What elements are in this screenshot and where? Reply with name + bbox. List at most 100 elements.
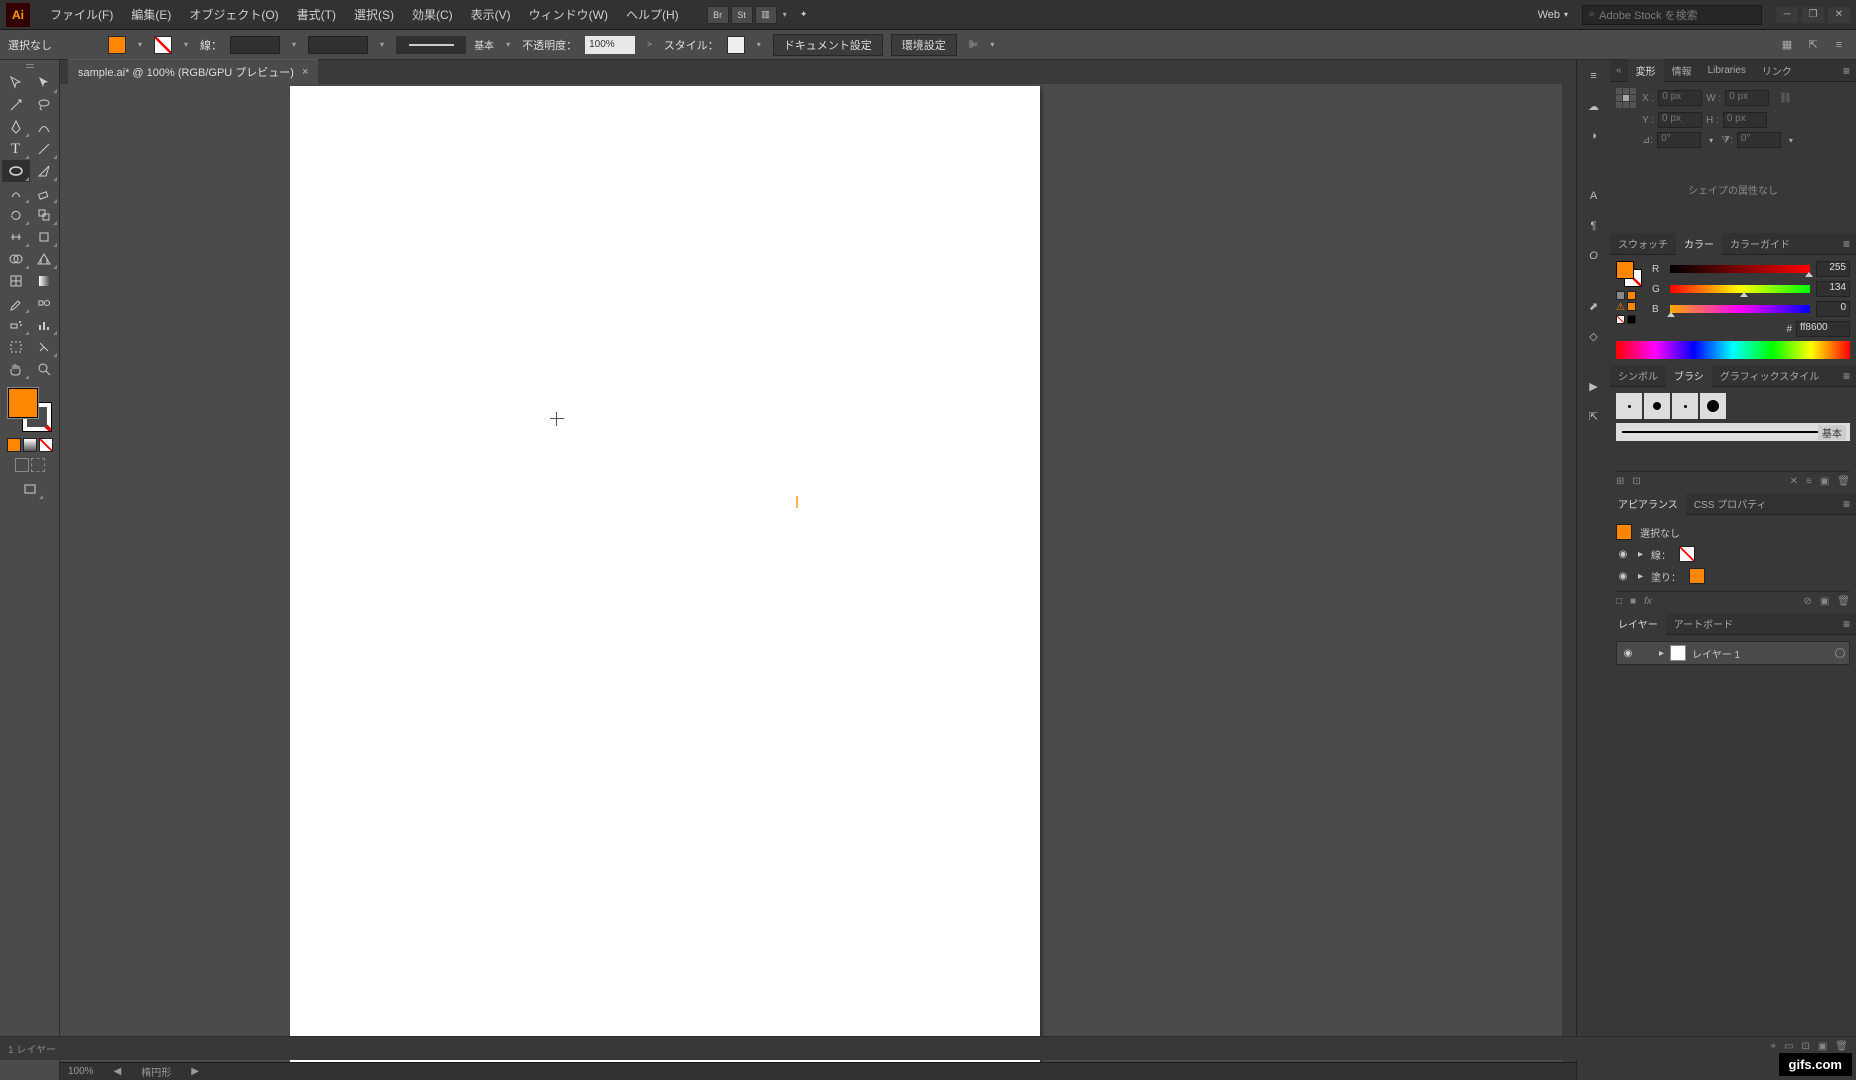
hex-input[interactable]: ff8600 (1796, 321, 1850, 337)
none-mode-icon[interactable] (39, 438, 53, 452)
menu-file[interactable]: ファイル(F) (42, 2, 121, 27)
tab-links[interactable]: リンク (1754, 59, 1800, 82)
b-slider[interactable] (1670, 305, 1810, 313)
stroke-weight-input[interactable] (230, 36, 280, 54)
menu-edit[interactable]: 編集(E) (123, 2, 179, 27)
dock-paragraph-icon[interactable]: ¶ (1584, 216, 1604, 236)
locate-layer-icon[interactable]: ⌖ (1770, 1041, 1776, 1056)
color-mode-icon[interactable] (7, 438, 21, 452)
brush-remove-icon[interactable]: ✕ (1790, 476, 1798, 487)
artboard-tool[interactable] (2, 336, 30, 358)
dock-color-icon[interactable]: ◑ (1584, 126, 1604, 146)
layer-target-icon[interactable] (1835, 648, 1845, 658)
w-input[interactable]: 0 px (1725, 90, 1769, 106)
rotate-tool[interactable] (2, 204, 30, 226)
perspective-grid-tool[interactable] (30, 248, 58, 270)
delete-brush-icon[interactable]: 🗑 (1837, 476, 1850, 487)
document-setup-button[interactable]: ドキュメント設定 (773, 34, 883, 56)
menu-select[interactable]: 選択(S) (346, 2, 402, 27)
dock-transform-icon[interactable]: ⬈ (1584, 296, 1604, 316)
pen-tool[interactable] (2, 116, 30, 138)
brush-lib2-icon[interactable]: ⊡ (1632, 476, 1640, 487)
constrain-icon[interactable]: ⛓ (1779, 93, 1792, 104)
none-swatch[interactable] (1616, 315, 1625, 324)
h-input[interactable]: 0 px (1723, 112, 1767, 128)
gamut-swatch[interactable] (1627, 302, 1636, 311)
document-tab[interactable]: sample.ai* @ 100% (RGB/GPU プレビュー) × (68, 59, 318, 84)
add-effect-icon[interactable]: fx (1644, 596, 1652, 607)
workspace-switcher[interactable]: Web▾ (1530, 7, 1576, 23)
color-panel-menu[interactable]: ≡ (1843, 237, 1856, 251)
vertical-scrollbar[interactable] (1562, 84, 1576, 1080)
layer-name[interactable]: レイヤー 1 (1692, 646, 1740, 661)
opacity-input[interactable]: 100% (585, 36, 635, 54)
selection-tool[interactable] (2, 72, 30, 94)
brush-item[interactable] (1644, 393, 1670, 419)
nav-prev-icon[interactable]: ◀ (114, 1066, 122, 1077)
menu-type[interactable]: 書式(T) (289, 2, 344, 27)
b-value[interactable]: 0 (1816, 301, 1850, 317)
align-icon[interactable]: ⊫ (969, 38, 979, 51)
rotate-input[interactable]: 0° (1657, 132, 1701, 148)
column-graph-tool[interactable] (30, 314, 58, 336)
nav-next-icon[interactable]: ▶ (191, 1066, 199, 1077)
minimize-button[interactable]: ─ (1776, 7, 1798, 23)
zoom-tool[interactable] (30, 358, 58, 380)
tab-css[interactable]: CSS プロパティ (1686, 492, 1775, 515)
r-slider[interactable] (1670, 265, 1810, 273)
brushes-panel-menu[interactable]: ≡ (1843, 369, 1856, 383)
global-icon[interactable] (1627, 291, 1636, 300)
tab-symbols[interactable]: シンボル (1610, 364, 1666, 387)
style-swatch[interactable] (727, 36, 745, 54)
layer-expand-icon[interactable]: ▸ (1659, 648, 1664, 659)
stock-button[interactable]: St (731, 6, 753, 24)
eraser-tool[interactable] (30, 182, 58, 204)
dock-export-icon[interactable]: ⇱ (1584, 406, 1604, 426)
dock-expand-icon[interactable]: ▶ (1584, 376, 1604, 396)
brush-options-icon[interactable]: ≡ (1806, 476, 1812, 487)
tab-swatches[interactable]: スウォッチ (1610, 232, 1676, 255)
color-spectrum[interactable] (1616, 341, 1850, 359)
opacity-dropdown[interactable]: > (643, 40, 656, 49)
dup-item-icon[interactable]: ▣ (1820, 596, 1829, 607)
stroke-swatch[interactable] (154, 36, 172, 54)
stroke-weight-dropdown[interactable]: ▾ (288, 40, 300, 49)
grid-icon[interactable]: ▦ (1778, 36, 1796, 54)
visibility-icon[interactable]: ◉ (1616, 549, 1630, 560)
var-width-dropdown[interactable]: ▾ (376, 40, 388, 49)
arrange-dropdown[interactable]: ▾ (779, 10, 791, 19)
symbol-sprayer-tool[interactable] (2, 314, 30, 336)
gradient-tool[interactable] (30, 270, 58, 292)
appearance-fill-swatch[interactable] (1689, 568, 1705, 584)
new-fill-icon[interactable]: ■ (1630, 596, 1636, 607)
x-input[interactable]: 0 px (1658, 90, 1702, 106)
dock-opentype-icon[interactable]: O (1584, 246, 1604, 266)
type-tool[interactable]: T (2, 138, 30, 160)
stock-search[interactable]: ⌕Adobe Stock を検索 (1582, 5, 1762, 25)
mesh-tool[interactable] (2, 270, 30, 292)
brush-preview[interactable] (396, 36, 466, 54)
brush-item[interactable] (1672, 393, 1698, 419)
shaper-tool[interactable] (2, 182, 30, 204)
tab-appearance[interactable]: アピアランス (1610, 492, 1686, 515)
menu-effect[interactable]: 効果(C) (404, 2, 461, 27)
screen-mode-icon[interactable] (16, 478, 44, 500)
expand-icon[interactable]: ▸ (1638, 549, 1643, 560)
blend-tool[interactable] (30, 292, 58, 314)
zoom-level[interactable]: 100% (68, 1066, 94, 1077)
line-tool[interactable] (30, 138, 58, 160)
brush-basic[interactable]: 基本 (1616, 423, 1850, 441)
brush-item[interactable] (1616, 393, 1642, 419)
panel-menu-icon[interactable]: ≡ (1830, 36, 1848, 54)
brush-lib-icon[interactable]: ⊞ (1616, 476, 1624, 487)
new-stroke-icon[interactable]: □ (1616, 596, 1622, 607)
out-of-gamut-icon[interactable]: ⚠ (1616, 302, 1625, 313)
tab-brushes[interactable]: ブラシ (1666, 364, 1712, 387)
tab-libraries[interactable]: Libraries (1700, 61, 1754, 80)
menu-help[interactable]: ヘルプ(H) (618, 2, 687, 27)
g-slider[interactable] (1670, 285, 1810, 293)
paintbrush-tool[interactable] (30, 160, 58, 182)
visibility-icon[interactable]: ◉ (1616, 571, 1630, 582)
style-dropdown[interactable]: ▾ (753, 40, 765, 49)
transform-panel-menu[interactable]: ≡ (1843, 64, 1856, 78)
